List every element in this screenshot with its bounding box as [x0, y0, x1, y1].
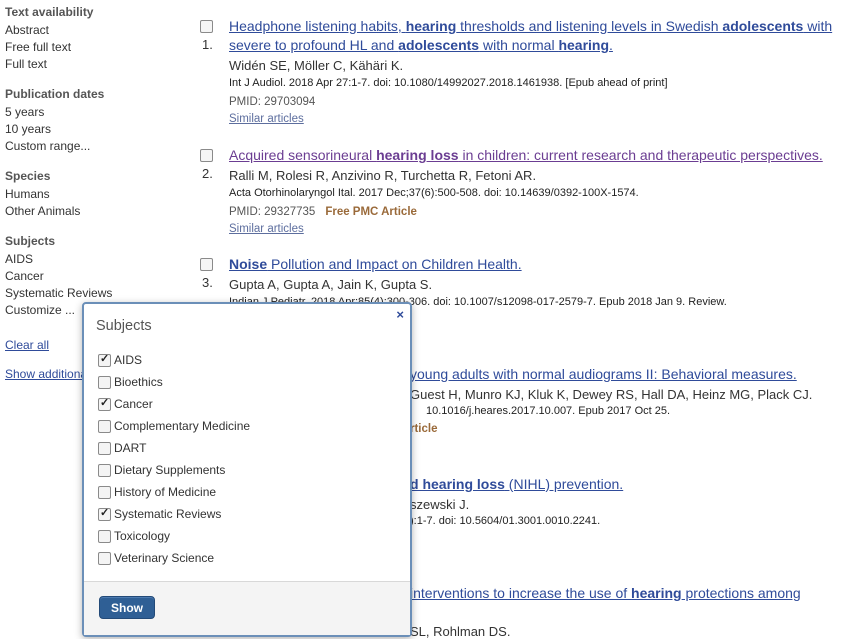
title-part: . [609, 37, 613, 53]
filter-group-heading: Species [5, 169, 51, 183]
close-icon[interactable]: × [396, 307, 404, 322]
result-title[interactable]: Noise Pollution and Impact on Children H… [229, 255, 855, 274]
result-number: 2. [202, 166, 213, 181]
result-title[interactable]: Acquired sensorineural hearing loss in c… [229, 146, 855, 165]
result-journal: Acta Otorhinolaryngol Ital. 2017 Dec;37(… [229, 187, 639, 199]
subject-option-label: Cancer [114, 397, 153, 411]
result-pmid: PMID: 29703094 [229, 96, 315, 108]
result-number: 1. [202, 37, 213, 52]
filter-group: Publication dates 5 years 10 years Custom r… [5, 87, 190, 155]
title-part: thresholds and listening levels in Swedi… [456, 18, 723, 34]
checkbox-unchecked[interactable] [98, 442, 111, 455]
result-authors: szewski J. [410, 497, 470, 512]
filter-item[interactable]: Full text [5, 56, 190, 73]
free-pmc-label: Free PMC Article [325, 206, 417, 218]
title-part: protections among [681, 585, 801, 601]
title-highlight: Noise [229, 256, 268, 272]
subject-option-label: Complementary Medicine [114, 419, 251, 433]
similar-articles-link[interactable]: Similar articles [229, 223, 304, 235]
show-button[interactable]: Show [99, 596, 155, 619]
subject-option-label: Toxicology [114, 529, 171, 543]
pmid-text: PMID: 29327735 [229, 206, 316, 218]
result-journal: ):1-7. doi: 10.5604/01.3001.0010.2241. [410, 515, 601, 527]
filter-group: Species Humans Other Animals [5, 169, 190, 220]
title-rest: (NIHL) prevention. [504, 476, 624, 492]
filter-group: Text availability Abstract Free full text F… [5, 5, 190, 73]
result-authors: Widén SE, Möller C, Kähäri K. [229, 58, 404, 73]
filter-item[interactable]: Cancer [5, 268, 190, 285]
subject-option-label: DART [114, 441, 147, 455]
popup-divider [84, 581, 410, 582]
checkbox-unchecked[interactable] [98, 464, 111, 477]
checkbox-checked[interactable] [98, 396, 111, 411]
title-bold: d hearing loss [410, 476, 505, 492]
checkbox-unchecked[interactable] [98, 530, 111, 543]
filter-item[interactable]: Free full text [5, 39, 190, 56]
subject-option-label: Bioethics [114, 375, 163, 389]
checkbox-unchecked[interactable] [98, 376, 111, 389]
subject-option-label: Systematic Reviews [114, 507, 222, 521]
filter-item[interactable]: Other Animals [5, 203, 190, 220]
filter-group-heading: Text availability [5, 5, 94, 19]
result-checkbox[interactable] [200, 258, 213, 271]
result-title[interactable]: Headphone listening habits, hearing thre… [229, 17, 855, 55]
subject-option-label: Dietary Supplements [114, 463, 226, 477]
result-title[interactable]: young adults with normal audiograms II: … [410, 366, 797, 382]
title-part: Pollution and Impact on Children Health. [267, 256, 522, 272]
filter-item[interactable]: 5 years [5, 104, 190, 121]
title-highlight: adolescents [722, 18, 804, 34]
title-part: in children: current research and therap… [458, 147, 823, 163]
result-checkbox[interactable] [200, 149, 213, 162]
filter-item[interactable]: Humans [5, 186, 190, 203]
title-part: with normal [479, 37, 559, 53]
result-number: 3. [202, 275, 213, 290]
checkbox-unchecked[interactable] [98, 420, 111, 433]
similar-articles-link[interactable]: Similar articles [229, 113, 304, 125]
result-authors: Ralli M, Rolesi R, Anzivino R, Turchetta… [229, 168, 537, 183]
title-highlight: hearing loss [376, 147, 459, 163]
result-checkbox[interactable] [200, 20, 213, 33]
checkbox-checked[interactable] [98, 352, 111, 367]
result-journal: 10.1016/j.heares.2017.10.007. Epub 2017 … [426, 405, 671, 417]
result-journal: Int J Audiol. 2018 Apr 27:1-7. doi: 10.1… [229, 77, 668, 89]
result-authors: Gupta A, Gupta A, Jain K, Gupta S. [229, 277, 433, 292]
filter-group-heading: Publication dates [5, 87, 105, 101]
subjects-popup: Subjects × AIDS Bioethics Cancer Complement… [82, 302, 412, 637]
title-part: interventions to increase the use of [410, 585, 632, 601]
checkbox-unchecked[interactable] [98, 552, 111, 565]
title-highlight: hearing [558, 37, 610, 53]
title-highlight: hearing [405, 18, 457, 34]
filter-item[interactable]: Systematic Reviews [5, 285, 190, 302]
subject-option-label: AIDS [114, 353, 143, 367]
popup-title: Subjects [96, 318, 152, 334]
clear-all-link[interactable]: Clear all [5, 338, 49, 352]
filter-item[interactable]: 10 years [5, 121, 190, 138]
title-bold: hearing [631, 585, 682, 601]
checkbox-checked[interactable] [98, 506, 111, 521]
result-pmid: PMID: 29327735 Free PMC Article [229, 206, 417, 218]
result-title[interactable]: d hearing loss (NIHL) prevention. [410, 476, 623, 492]
filter-group-heading: Subjects [5, 234, 56, 248]
filter-item[interactable]: AIDS [5, 251, 190, 268]
subject-option-label: Veterinary Science [114, 551, 215, 565]
title-highlight: adolescents [398, 37, 480, 53]
pmid-text: PMID: 29703094 [229, 96, 316, 108]
checkbox-unchecked[interactable] [98, 486, 111, 499]
subject-option-label: History of Medicine [114, 485, 217, 499]
filter-sidebar: Text availability Abstract Free full text F… [5, 5, 190, 333]
filter-item[interactable]: Abstract [5, 22, 190, 39]
free-pmc-label: rticle [410, 423, 438, 435]
result-authors: Guest H, Munro KJ, Kluk K, Dewey RS, Hal… [410, 387, 813, 402]
filter-item[interactable]: Custom range... [5, 138, 190, 155]
title-part: Acquired sensorineural [229, 147, 377, 163]
title-part: Headphone listening habits, [229, 18, 406, 34]
result-title[interactable]: interventions to increase the use of hea… [410, 585, 801, 601]
